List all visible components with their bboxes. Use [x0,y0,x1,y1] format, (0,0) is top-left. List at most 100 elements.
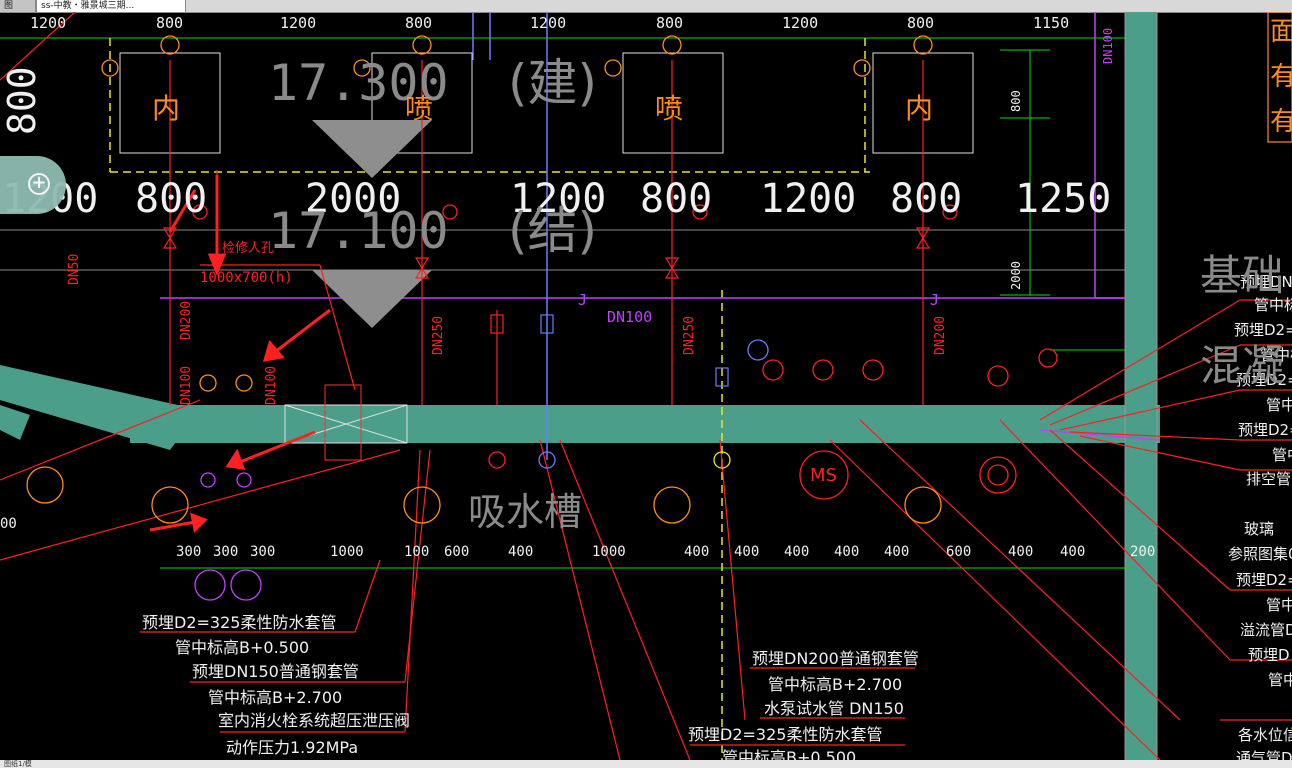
bottom-dimensions: 300 300 300 1000 100 600 400 1000 400 40… [176,544,1155,560]
status-text: 图纸1/模 [4,760,32,768]
note-left-5: 动作压力1.92MPa [226,738,358,757]
right-pipe-size: DN100 [1101,28,1115,64]
top-dim-2: 1200 [280,14,316,32]
ms-label: MS [810,465,837,486]
struct-label: (结) [508,202,597,260]
right-dim-0: 800 [1009,90,1023,112]
mid-dim-1: 800 [135,176,207,222]
note-right-11: 预埋D2= [1236,571,1292,589]
note-right-16: 各水位信 [1238,726,1292,744]
status-bar: 图纸1/模 [0,760,1292,768]
right-box-0: 面 [1270,17,1292,47]
top-dimensions: 1200 800 1200 800 1200 800 1200 800 1150 [30,14,1069,32]
cad-canvas[interactable]: 1200 800 1200 800 1200 800 1200 800 1150… [0,12,1292,760]
room-label-2: 喷 [655,92,683,125]
right-box-2: 有 [1270,107,1292,137]
top-dim-4: 1200 [530,14,566,32]
zoom-in-icon: + [28,173,50,195]
room-label-3: 内 [905,92,933,125]
pipe-size-7: DN200 [933,316,948,355]
right-dim-1: 2000 [1009,261,1023,290]
section-marker-upper [312,120,432,178]
pipe-size-6: DN250 [682,316,697,355]
tab-drawing[interactable]: 图 [0,0,36,12]
pipe-symbol-1: J [930,291,939,309]
note-center-0: 预埋DN200普通钢套管 [752,649,919,668]
pipe-size-5: DN100 [607,308,652,326]
pipe-size-0: DN50 [67,254,82,285]
mid-dim-5: 1200 [760,176,856,222]
pipe-band-vertical [1125,12,1157,442]
bottom-dim-9: 400 [734,544,759,560]
right-box-1: 有 [1270,62,1292,92]
top-dim-3: 800 [405,14,432,32]
bottom-dim-10: 400 [784,544,809,560]
bottom-dim-12: 400 [884,544,909,560]
top-dim-6: 1200 [782,14,818,32]
note-right-8: 排空管 [1246,470,1291,488]
top-dim-5: 800 [656,14,683,32]
note-right-2: 预埋D2= [1234,321,1292,339]
top-dim-8: 1150 [1033,14,1069,32]
note-center-3: 预埋D2=325柔性防水套管 [688,725,882,744]
note-right-10: 参照图集01 [1228,545,1292,563]
note-left-4: 室内消火栓系统超压泄压阀 [218,711,410,730]
bottom-dim-14: 400 [1008,544,1033,560]
manhole-size: 1000x700(h) [200,270,293,286]
top-dim-0: 1200 [30,14,66,32]
tab-file[interactable]: ss-中教・雅景城三期... [36,0,186,12]
top-dim-7: 800 [907,14,934,32]
note-center-1: 管中标高B+2.700 [768,675,902,694]
mid-dim-4: 800 [640,176,712,222]
notes-left: 预埋D2=325柔性防水套管 管中标高B+0.500 预埋DN150普通钢套管 … [142,613,410,757]
mid-dim-6: 800 [890,176,962,222]
left-misc-text: 00 [0,516,17,532]
zoom-button[interactable]: + [0,156,66,214]
note-right-17: 通气管D [1236,749,1292,760]
elevation-lower: 17.100 [268,202,449,260]
note-right-7: 管中 [1272,446,1292,464]
bottom-dim-6: 400 [508,544,533,560]
bottom-dim-4: 100 [404,544,429,560]
note-right-6: 预埋D2= [1238,421,1292,439]
pipe-size-4: DN250 [431,316,446,355]
note-right-13: 溢流管D [1240,621,1292,639]
manhole-label: 检修人孔 [222,241,274,256]
pipe-size-1: DN200 [179,301,194,340]
pipe-size-3: DN100 [264,366,279,405]
bottom-dim-0: 300 [176,544,201,560]
note-right-5: 管中标 [1266,396,1292,414]
note-center-2: 水泵试水管 DN150 [764,699,904,718]
pit-label: 吸水槽 [468,490,582,534]
bottom-dim-2: 300 [250,544,275,560]
pipe-symbol-0: J [578,291,587,309]
arch-label: (建) [508,54,597,112]
bottom-dim-7: 1000 [592,544,626,560]
top-dim-1: 800 [156,14,183,32]
mid-dim-7: 1250 [1015,176,1111,222]
note-left-2: 预埋DN150普通钢套管 [192,662,359,681]
note-right-14: 预埋D [1248,646,1290,664]
note-right-15: 管中 [1268,671,1292,689]
bottom-dim-1: 300 [213,544,238,560]
right-big-1: 混凝 [1200,341,1284,390]
note-center-4: 管中标高B+0.500 [722,748,856,760]
note-left-0: 预埋D2=325柔性防水套管 [142,613,336,632]
room-label-0: 内 [152,92,180,125]
right-box-labels: 面 有 有 [1270,17,1292,137]
notes-center: 预埋DN200普通钢套管 管中标高B+2.700 水泵试水管 DN150 预埋D… [688,649,919,760]
right-big-0: 基础 [1200,251,1284,300]
bottom-dim-5: 600 [444,544,469,560]
left-dimension: 800 [0,66,44,135]
pipe-band-lower [1125,440,1157,760]
room-label-1: 喷 [405,92,433,125]
note-right-9: 玻璃 [1244,520,1274,538]
note-right-12: 管中 [1266,596,1292,614]
bottom-dim-15: 400 [1060,544,1085,560]
pipe-band-left [0,405,30,440]
bottom-dim-11: 400 [834,544,859,560]
bottom-dim-3: 1000 [330,544,364,560]
bottom-dim-8: 400 [684,544,709,560]
bottom-dim-13: 600 [946,544,971,560]
note-left-1: 管中标高B+0.500 [175,638,309,657]
